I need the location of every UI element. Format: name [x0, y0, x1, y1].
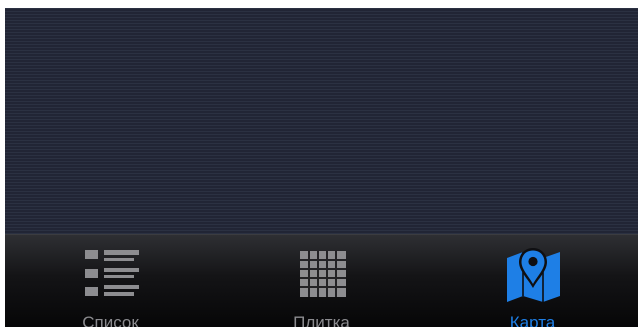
tab-map[interactable]: Карта	[427, 235, 638, 327]
list-icon	[81, 244, 141, 304]
tab-bar: Список Плитка Карта	[5, 234, 638, 327]
tab-list[interactable]: Список	[5, 235, 216, 327]
grid-icon	[292, 244, 352, 304]
map-pin-icon	[503, 244, 563, 304]
tab-grid[interactable]: Плитка	[216, 235, 427, 327]
tab-grid-label: Плитка	[293, 313, 350, 327]
tab-list-label: Список	[82, 313, 139, 327]
app-screen: Список Плитка Карта	[5, 8, 638, 327]
tab-map-label: Карта	[509, 313, 556, 327]
map-content-area[interactable]	[5, 8, 638, 234]
